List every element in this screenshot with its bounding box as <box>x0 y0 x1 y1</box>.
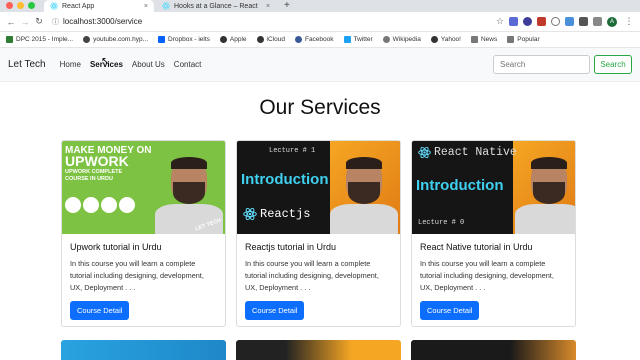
forward-arrow-icon[interactable]: → <box>18 17 32 27</box>
card-title: Upwork tutorial in Urdu <box>70 242 162 252</box>
url-field[interactable]: ⓘ localhost:3000/service <box>52 15 142 29</box>
nav-link-home[interactable]: Home <box>60 60 81 69</box>
minimize-window-button[interactable] <box>17 2 24 9</box>
thumb-badges <box>65 197 135 213</box>
extension-icons: ☆ A ⋮ <box>496 16 636 27</box>
thumb-heading: MAKE MONEY ON UPWORK <box>65 145 152 169</box>
bookmark-item[interactable]: Dropbox - ielts <box>158 36 210 43</box>
bookmark-folder[interactable]: Popular <box>507 36 540 43</box>
course-detail-button[interactable]: Course Detail <box>70 301 130 320</box>
card-body: Upwork tutorial in Urdu In this course y… <box>62 234 225 326</box>
thumb-tech: React Native <box>418 146 517 159</box>
course-card-thumbnail <box>61 340 226 360</box>
card-title: Reactjs tutorial in Urdu <box>245 242 337 252</box>
window-controls <box>6 2 35 9</box>
bookmarks-bar: DPC 2015 - Imple... youtube.com.hyp... D… <box>0 32 640 48</box>
tab-react-app[interactable]: React App × <box>44 0 154 12</box>
thumb-lecture: Lecture # 1 <box>269 147 316 155</box>
extension-icon[interactable] <box>551 17 560 26</box>
thumb-lecture: Lecture # 0 <box>418 219 465 227</box>
bookmark-item[interactable]: Twitter <box>343 36 373 43</box>
thumb-heading: Introduction <box>416 177 504 194</box>
info-icon[interactable]: ⓘ <box>52 17 59 27</box>
course-card: MAKE MONEY ON UPWORK UPWORK COMPLETE COUR… <box>61 140 226 327</box>
reload-icon[interactable]: ↻ <box>32 16 46 27</box>
react-logo-icon <box>418 146 431 159</box>
browser-tab-bar: React App × Hooks at a Glance – React × … <box>0 0 640 12</box>
menu-dots-icon[interactable]: ⋮ <box>622 16 636 27</box>
upwork-thumbnail: MAKE MONEY ON UPWORK UPWORK COMPLETE COUR… <box>62 141 225 234</box>
reactjs-thumbnail: Lecture # 1 Introduction Reactjs <box>237 141 400 234</box>
profile-avatar[interactable]: A <box>607 16 617 27</box>
search-button[interactable]: Search <box>594 55 632 74</box>
address-bar: ← → ↻ ⓘ localhost:3000/service ☆ A ⋮ <box>0 12 640 32</box>
bookmark-item[interactable]: Wikipedia <box>382 36 421 43</box>
services-card-grid: MAKE MONEY ON UPWORK UPWORK COMPLETE COUR… <box>0 140 640 327</box>
course-card: React Native Introduction Lecture # 0 Re… <box>411 140 576 327</box>
extension-icon[interactable] <box>509 17 518 26</box>
search-input[interactable] <box>493 55 590 74</box>
tab-hooks[interactable]: Hooks at a Glance – React × <box>156 0 276 12</box>
extension-icon[interactable] <box>523 17 532 26</box>
extension-icon[interactable] <box>537 17 546 26</box>
bookmark-item[interactable]: Yahoo! <box>430 36 461 43</box>
extension-icon[interactable] <box>593 17 602 26</box>
thumb-tech: Reactjs <box>243 207 310 221</box>
card-text: In this course you will learn a complete… <box>245 259 379 292</box>
nav-link-contact[interactable]: Contact <box>174 60 202 69</box>
tab-title: Hooks at a Glance – React <box>174 2 258 10</box>
puzzle-icon[interactable] <box>579 17 588 26</box>
search-form: Search <box>493 55 632 74</box>
maximize-window-button[interactable] <box>28 2 35 9</box>
close-window-button[interactable] <box>6 2 13 9</box>
url-text: localhost:3000/service <box>63 17 143 26</box>
bookmark-item[interactable]: Facebook <box>294 36 334 43</box>
back-arrow-icon[interactable]: ← <box>4 17 18 27</box>
page-title: Our Services <box>259 96 381 119</box>
nav-link-about[interactable]: About Us <box>132 60 165 69</box>
close-tab-icon[interactable]: × <box>144 3 148 10</box>
bookmark-item[interactable]: DPC 2015 - Imple... <box>6 36 73 43</box>
react-native-thumbnail: React Native Introduction Lecture # 0 <box>412 141 575 234</box>
course-detail-button[interactable]: Course Detail <box>245 301 305 320</box>
bookmark-item[interactable]: iCloud <box>256 36 285 43</box>
instructor-photo <box>328 152 400 234</box>
thumb-subheading: UPWORK COMPLETE COURSE IN URDU <box>65 169 123 182</box>
card-body: React Native tutorial in Urdu In this co… <box>412 234 575 326</box>
tab-title: React App <box>62 2 95 10</box>
bookmark-item[interactable]: Apple <box>219 36 247 43</box>
course-card-thumbnail <box>411 340 576 360</box>
react-favicon-icon <box>162 2 170 10</box>
card-text: In this course you will learn a complete… <box>420 259 554 292</box>
instructor-photo <box>513 152 575 234</box>
mouse-pointer-icon: ↖ <box>101 56 110 67</box>
close-tab-icon[interactable]: × <box>266 3 270 10</box>
bookmark-star-icon[interactable]: ☆ <box>496 16 504 27</box>
card-text: In this course you will learn a complete… <box>70 259 204 292</box>
react-logo-icon <box>243 207 257 221</box>
brand-logo[interactable]: Let Tech <box>8 59 46 70</box>
react-favicon-icon <box>50 2 58 10</box>
bookmark-folder[interactable]: News <box>470 36 497 43</box>
app-navbar: Let Tech Home Services About Us Contact … <box>0 48 640 82</box>
course-detail-button[interactable]: Course Detail <box>420 301 480 320</box>
bookmark-item[interactable]: youtube.com.hyp... <box>83 36 148 43</box>
course-card-thumbnail <box>236 340 401 360</box>
card-title: React Native tutorial in Urdu <box>420 242 533 252</box>
extension-icon[interactable] <box>565 17 574 26</box>
card-body: Reactjs tutorial in Urdu In this course … <box>237 234 400 326</box>
thumb-heading: Introduction <box>241 171 329 188</box>
services-card-grid-row2 <box>0 340 640 360</box>
course-card: Lecture # 1 Introduction Reactjs Reactjs… <box>236 140 401 327</box>
new-tab-icon[interactable]: + <box>284 0 290 12</box>
